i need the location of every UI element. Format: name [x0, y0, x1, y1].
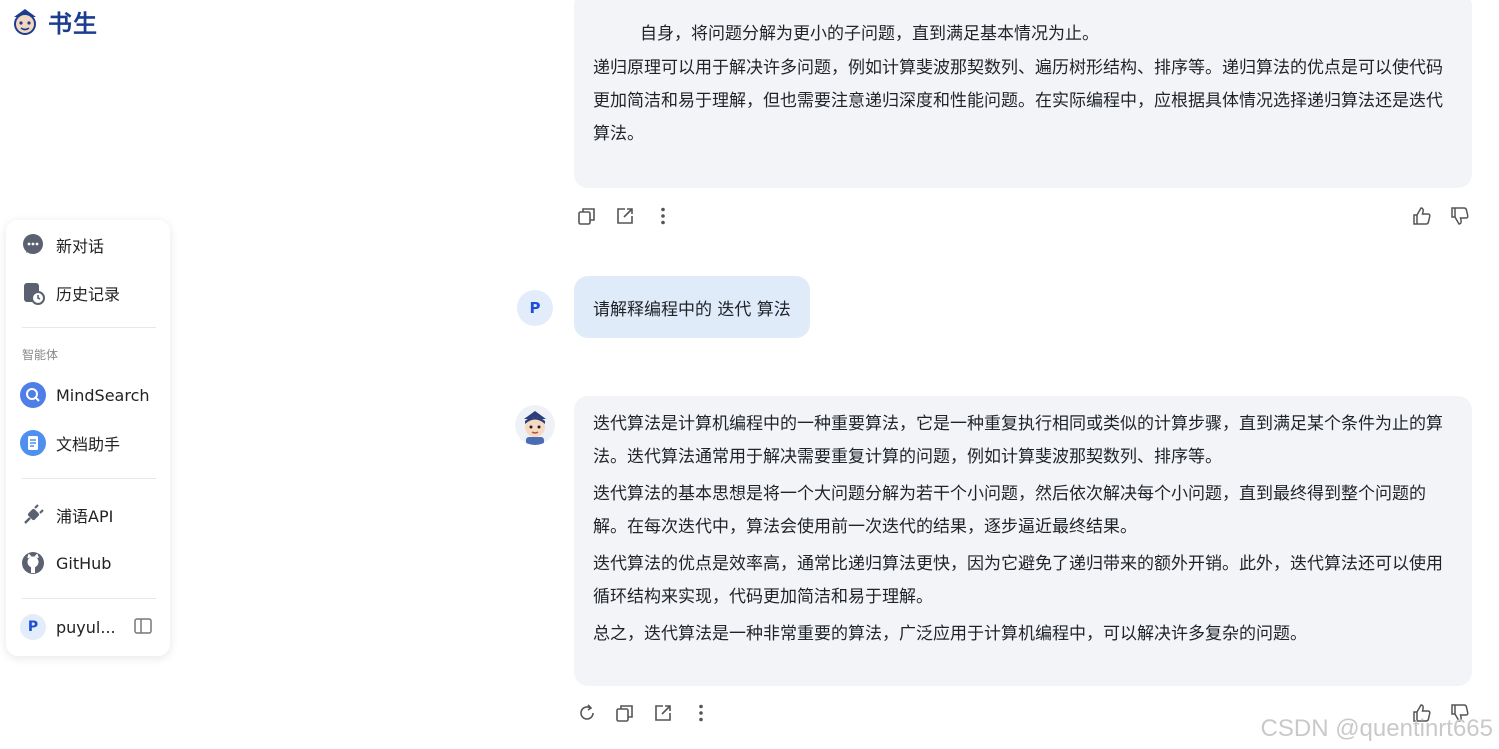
assistant-message: 迭代算法是计算机编程中的一种重要算法，它是一种重复执行相同或类似的计算步骤，直到… [574, 396, 1472, 686]
more-vertical-icon [699, 704, 703, 722]
like-button[interactable] [1411, 205, 1433, 227]
copy-button[interactable] [576, 205, 598, 227]
message-text-cut: 自身，将问题分解为更小的子问题，直到满足基本情况为止。 [640, 24, 1099, 44]
thumbs-up-icon [1413, 207, 1431, 225]
divider [22, 598, 156, 599]
watermark: CSDN @quentinrt665 [1260, 715, 1493, 742]
message-actions [576, 702, 712, 724]
divider [22, 327, 156, 328]
feedback-actions-previous [1411, 205, 1471, 227]
sidebar-item-mindsearch[interactable]: MindSearch [20, 382, 150, 408]
message-paragraph: 迭代算法的优点是效率高，通常比递归算法更快，因为它避免了递归带来的额外开销。此外… [593, 554, 1443, 607]
sidebar-item-label: 历史记录 [56, 285, 121, 304]
message-paragraph: 总之，迭代算法是一种非常重要的算法，广泛应用于计算机编程中，可以解决许多复杂的问… [593, 624, 1307, 644]
sidebar: 新对话 历史记录 智能体 MindSearch 文档助手 浦语API GitHu… [6, 220, 170, 656]
message-paragraph: 递归原理可以用于解决许多问题，例如计算斐波那契数列、遍历树形结构、排序等。递归算… [593, 58, 1443, 144]
chat-bubble-icon [20, 232, 46, 258]
external-link-icon [617, 208, 633, 224]
avatar: P [20, 614, 46, 640]
message-paragraph: 迭代算法是计算机编程中的一种重要算法，它是一种重复执行相同或类似的计算步骤，直到… [593, 414, 1443, 467]
sidebar-item-label: 文档助手 [56, 435, 121, 454]
external-link-icon [655, 705, 671, 721]
assistant-avatar [515, 405, 555, 445]
sidebar-item-github[interactable]: GitHub [20, 550, 111, 576]
more-vertical-icon [661, 207, 665, 225]
scholar-avatar-icon [515, 405, 555, 445]
sidebar-item-label: GitHub [56, 553, 112, 573]
sidebar-item-history[interactable]: 历史记录 [20, 280, 120, 306]
message-paragraph: 迭代算法的基本思想是将一个大问题分解为若干个小问题，然后依次解决每个小问题，直到… [593, 484, 1426, 537]
scholar-mascot-icon [14, 8, 36, 35]
copy-icon [616, 705, 633, 722]
sidebar-item-new-chat[interactable]: 新对话 [20, 232, 104, 258]
sidebar-item-label: MindSearch [56, 385, 150, 405]
regenerate-button[interactable] [576, 702, 598, 724]
more-button[interactable] [652, 205, 674, 227]
sidebar-item-label: 新对话 [56, 237, 105, 256]
document-icon [20, 430, 46, 456]
collapse-sidebar-button[interactable] [133, 616, 153, 636]
assistant-message-previous: 自身，将问题分解为更小的子问题，直到满足基本情况为止。 递归原理可以用于解决许多… [574, 0, 1472, 188]
app-logo[interactable]: 书生 [8, 4, 98, 39]
user-name: puyul... [56, 617, 116, 637]
section-label-agents: 智能体 [22, 348, 59, 362]
logo-text: 书生 [48, 10, 98, 38]
copy-button[interactable] [614, 702, 636, 724]
plug-icon [20, 502, 46, 528]
user-message-text: 请解释编程中的 迭代 算法 [593, 299, 791, 320]
mindsearch-icon [20, 382, 46, 408]
github-icon [20, 550, 46, 576]
more-button[interactable] [690, 702, 712, 724]
sidebar-item-api[interactable]: 浦语API [20, 502, 113, 528]
share-button[interactable] [652, 702, 674, 724]
dislike-button[interactable] [1449, 205, 1471, 227]
message-actions-previous [576, 205, 674, 227]
share-button[interactable] [614, 205, 636, 227]
sidebar-item-doc-assistant[interactable]: 文档助手 [20, 430, 120, 456]
divider [22, 478, 156, 479]
refresh-icon [580, 704, 594, 720]
copy-icon [578, 208, 595, 225]
sidebar-item-label: 浦语API [56, 507, 114, 526]
history-icon [20, 280, 46, 306]
sidebar-toggle-icon [134, 618, 152, 634]
thumbs-down-icon [1451, 207, 1469, 225]
user-message: 请解释编程中的 迭代 算法 [574, 276, 810, 338]
user-avatar: P [517, 290, 553, 326]
user-profile[interactable]: P puyul... [20, 614, 116, 640]
